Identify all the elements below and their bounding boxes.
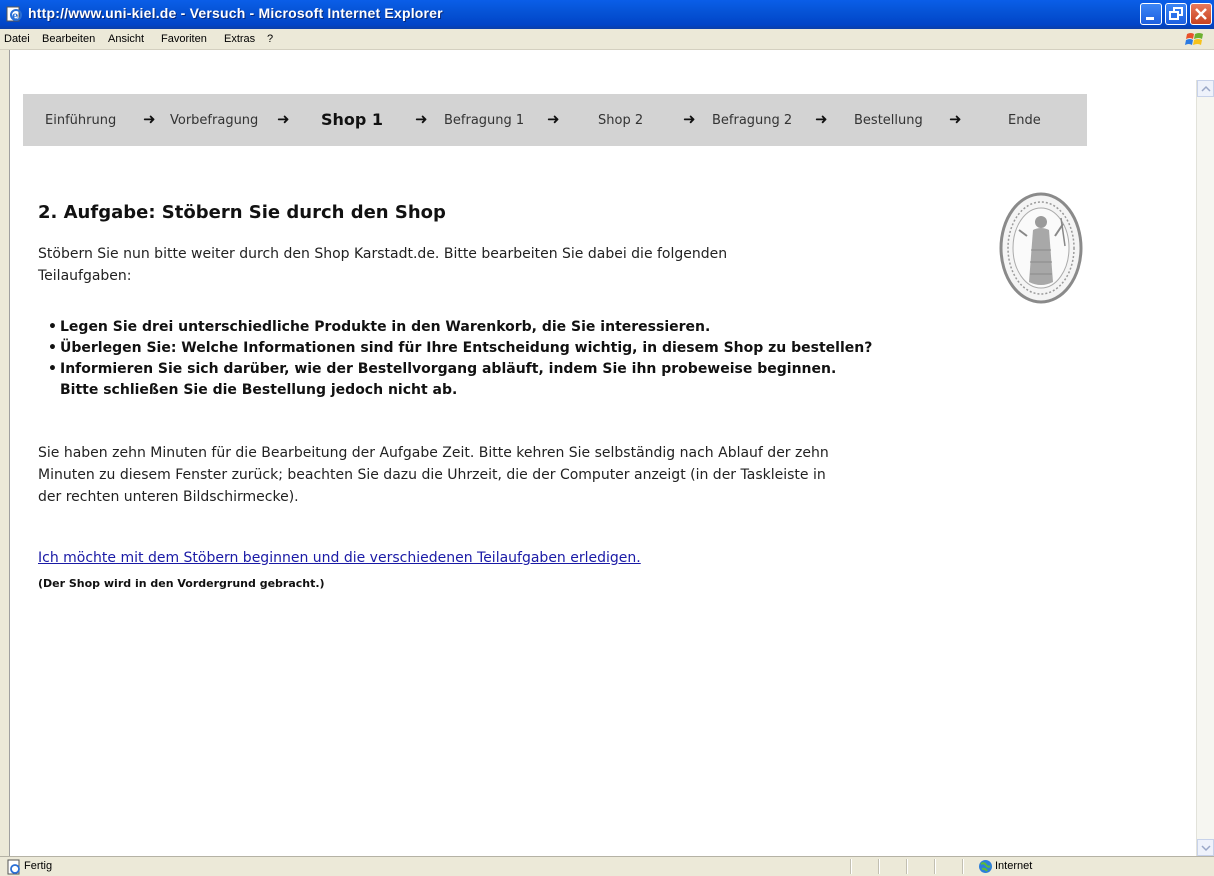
intro-line: Teilaufgaben: (38, 268, 132, 284)
university-seal-logo (999, 192, 1083, 304)
menu-bearbeiten[interactable]: Bearbeiten (42, 33, 95, 45)
arrow-icon: ➜ (415, 110, 428, 128)
task-text: Informieren Sie sich darüber, wie der Be… (60, 361, 837, 377)
close-button[interactable] (1190, 3, 1212, 25)
task-list: Legen Sie drei unterschiedliche Produkte… (48, 317, 872, 401)
menu-help[interactable]: ? (267, 33, 273, 45)
list-item: Überlegen Sie: Welche Informationen sind… (48, 338, 872, 359)
arrow-icon: ➜ (143, 110, 156, 128)
task-text: Bitte schließen Sie die Bestellung jedoc… (60, 382, 458, 398)
status-divider (962, 859, 964, 874)
minimize-button[interactable] (1140, 3, 1162, 25)
step-ende: Ende (1008, 113, 1041, 128)
chevron-up-icon (1201, 85, 1211, 92)
status-divider (906, 859, 908, 874)
step-einfuehrung: Einführung (45, 113, 117, 128)
status-text: Fertig (24, 860, 53, 872)
page-done-icon (7, 859, 20, 875)
arrow-icon: ➜ (683, 110, 696, 128)
internet-globe-icon (979, 860, 992, 873)
security-zone-label: Internet (995, 860, 1033, 872)
list-item: Informieren Sie sich darüber, wie der Be… (48, 359, 872, 401)
restore-button[interactable] (1165, 3, 1187, 25)
close-icon (1195, 8, 1207, 20)
window-title: http://www.uni-kiel.de - Versuch - Micro… (28, 5, 443, 21)
page-title: 2. Aufgabe: Stöbern Sie durch den Shop (38, 202, 446, 223)
windows-logo-icon (1185, 33, 1203, 45)
intro-line: Stöbern Sie nun bitte weiter durch den S… (38, 246, 728, 262)
ie-page-icon: e (6, 6, 22, 22)
list-item: Legen Sie drei unterschiedliche Produkte… (48, 317, 872, 338)
menu-favoriten[interactable]: Favoriten (161, 33, 207, 45)
menu-datei[interactable]: Datei (4, 33, 30, 45)
chevron-down-icon (1201, 845, 1211, 852)
step-befragung-1: Befragung 1 (444, 113, 525, 128)
time-line: Sie haben zehn Minuten für die Bearbeitu… (38, 445, 829, 461)
status-bar: Fertig Internet (0, 856, 1214, 876)
window-frame-left (0, 50, 10, 856)
step-bestellung: Bestellung (854, 113, 923, 128)
time-instructions: Sie haben zehn Minuten für die Bearbeitu… (38, 442, 829, 508)
step-navigation: Einführung ➜ Vorbefragung ➜ Shop 1 ➜ Bef… (23, 94, 1087, 146)
arrow-icon: ➜ (815, 110, 828, 128)
scroll-down-button[interactable] (1197, 839, 1214, 856)
status-divider (850, 859, 852, 874)
start-note: (Der Shop wird in den Vordergrund gebrac… (38, 577, 325, 590)
start-browsing-link[interactable]: Ich möchte mit dem Stöbern beginnen und … (38, 550, 641, 566)
time-line: der rechten unteren Bildschirmecke). (38, 489, 299, 505)
restore-icon (1169, 7, 1183, 20)
arrow-icon: ➜ (547, 110, 560, 128)
arrow-icon: ➜ (277, 110, 290, 128)
page-content: Einführung ➜ Vorbefragung ➜ Shop 1 ➜ Bef… (10, 50, 1196, 856)
menu-extras[interactable]: Extras (224, 33, 255, 45)
step-shop-1-current: Shop 1 (321, 110, 384, 129)
step-vorbefragung: Vorbefragung (170, 113, 259, 128)
intro-text: Stöbern Sie nun bitte weiter durch den S… (38, 243, 727, 287)
svg-text:e: e (12, 11, 18, 22)
arrow-icon: ➜ (949, 110, 962, 128)
status-divider (878, 859, 880, 874)
menu-bar: Datei Bearbeiten Ansicht Favoriten Extra… (0, 29, 1214, 50)
vertical-scrollbar[interactable] (1196, 80, 1214, 856)
menu-ansicht[interactable]: Ansicht (108, 33, 144, 45)
status-divider (934, 859, 936, 874)
minimize-icon (1146, 17, 1154, 20)
scroll-up-button[interactable] (1197, 80, 1214, 97)
step-shop-2: Shop 2 (598, 113, 644, 128)
window-titlebar[interactable]: e http://www.uni-kiel.de - Versuch - Mic… (0, 0, 1214, 29)
step-befragung-2: Befragung 2 (712, 113, 793, 128)
time-line: Minuten zu diesem Fenster zurück; beacht… (38, 467, 826, 483)
